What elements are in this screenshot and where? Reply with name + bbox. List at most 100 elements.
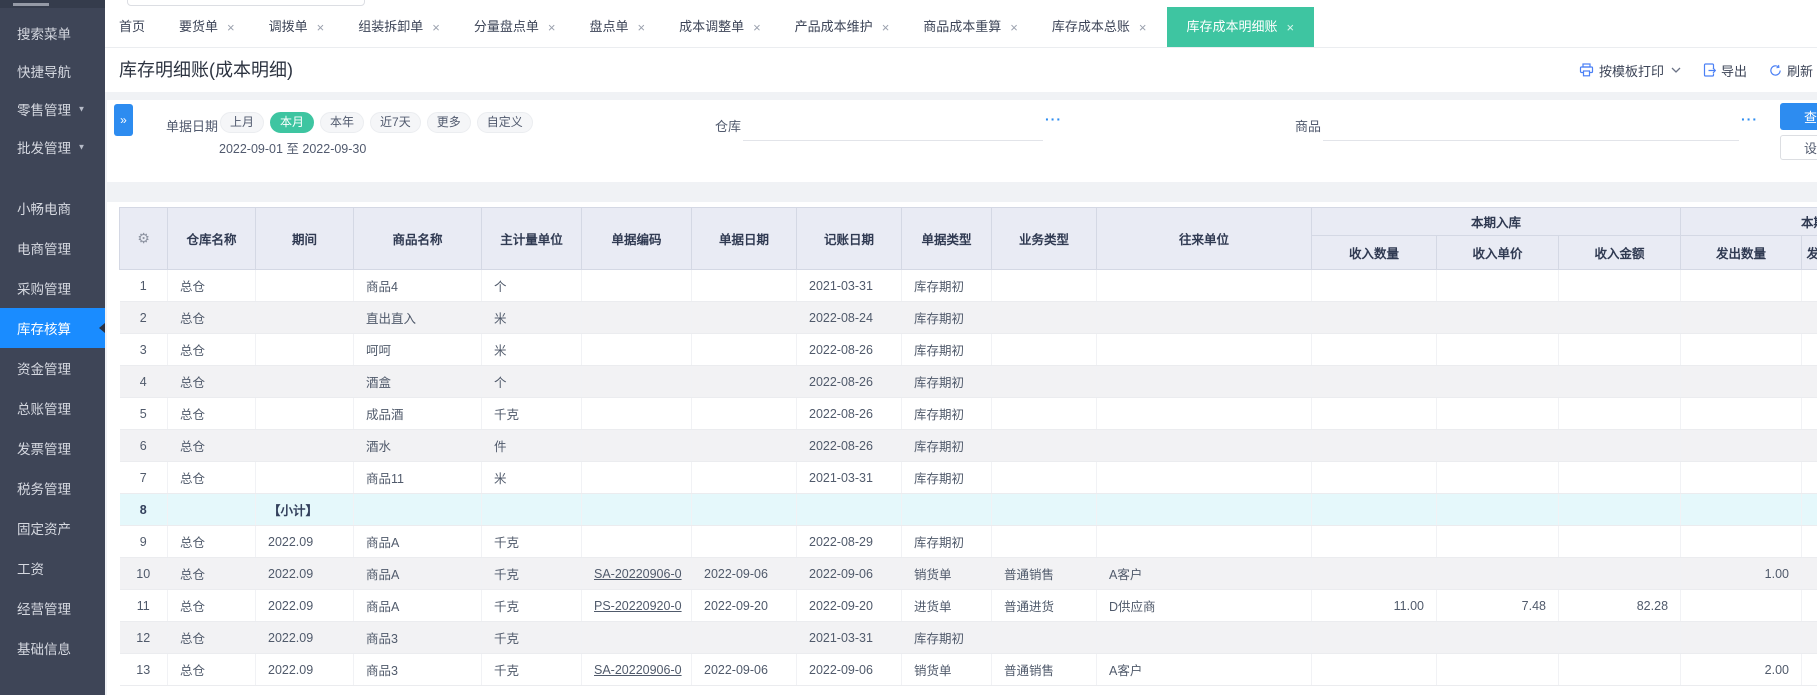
column-settings-header: ⚙: [119, 207, 168, 270]
sidebar-item[interactable]: 采购管理: [0, 268, 105, 308]
close-tab-icon[interactable]: ×: [882, 21, 890, 34]
sidebar-item[interactable]: 搜索菜单: [0, 14, 105, 52]
warehouse-cell: 总仓: [167, 621, 256, 654]
close-tab-icon[interactable]: ×: [227, 21, 235, 34]
date-range-pill[interactable]: 本月: [270, 112, 315, 133]
tab[interactable]: 库存成本明细账 ×: [1166, 7, 1315, 47]
tab[interactable]: 商品成本重算 ×: [909, 7, 1032, 47]
table-row[interactable]: 6 总仓 酒水件 2022-08-26 库存期初: [119, 429, 1817, 462]
biz-type-cell: [991, 333, 1097, 366]
table-row[interactable]: 3 总仓 呵呵米 2022-08-26 库存期初: [119, 333, 1817, 366]
tab[interactable]: 成本调整单 ×: [665, 7, 775, 47]
close-tab-icon[interactable]: ×: [753, 21, 761, 34]
table-row[interactable]: 11 总仓 2022.09 商品A 千克 PS-20220920-0 2022-09-20 2…: [119, 589, 1817, 622]
doc-code-link[interactable]: SA-20220906-0: [594, 567, 682, 581]
tab[interactable]: 库存成本总账 ×: [1038, 7, 1161, 47]
sidebar-item[interactable]: 经营管理: [0, 588, 105, 628]
book-date-cell: 2022-09-06: [796, 557, 902, 590]
tab[interactable]: 产品成本维护 ×: [781, 7, 904, 47]
sidebar-item[interactable]: 快捷导航: [0, 52, 105, 90]
date-range-pill[interactable]: 更多: [426, 112, 471, 133]
book-date-cell: 2022-08-26: [796, 365, 902, 398]
table-row[interactable]: 8 【小计】: [119, 493, 1817, 526]
gear-icon[interactable]: ⚙: [137, 230, 150, 246]
date-range-pill[interactable]: 近7天: [370, 112, 421, 133]
doc-type-cell: 库存期初: [901, 301, 992, 334]
chevron-down-icon[interactable]: [1671, 67, 1681, 73]
settings-button[interactable]: 设置: [1780, 135, 1817, 160]
date-range-value[interactable]: 2022-09-01 至 2022-09-30: [219, 138, 366, 157]
sidebar-item[interactable]: 工资: [0, 548, 105, 588]
close-tab-icon[interactable]: ×: [432, 21, 440, 34]
out-price-cell: [1801, 557, 1817, 590]
tab[interactable]: 调拨单 ×: [255, 7, 339, 47]
close-tab-icon[interactable]: ×: [1139, 21, 1147, 34]
sidebar-item[interactable]: 发票管理: [0, 428, 105, 468]
partner-cell: [1096, 525, 1312, 558]
sidebar-item[interactable]: 批发管理 ▼: [0, 128, 105, 166]
biz-type-cell: 普通销售: [991, 557, 1097, 590]
table-row[interactable]: 4 总仓 酒盒个 2022-08-26 库存期初: [119, 365, 1817, 398]
in-qty-cell: [1311, 269, 1437, 302]
table-row[interactable]: 13 总仓 2022.09 商品3 千克 SA-20220906-0 2022-09-06 2…: [119, 653, 1817, 686]
product-input[interactable]: [1323, 140, 1739, 141]
in-price-cell: 7.48: [1436, 589, 1559, 622]
date-range-pill[interactable]: 上月: [220, 112, 265, 133]
product-picker-ellipsis-icon[interactable]: ···: [1741, 111, 1758, 127]
sidebar-item[interactable]: 小畅电商: [0, 188, 105, 228]
tab[interactable]: 组装拆卸单 ×: [344, 7, 454, 47]
doc-date-cell: [691, 301, 797, 334]
column-header: 仓库名称: [167, 207, 256, 270]
table-row[interactable]: 1 总仓 商品4 个 2021-03-31 库存期初: [119, 269, 1817, 302]
column-header: 单据类型: [901, 207, 992, 270]
in-price-cell: [1436, 365, 1559, 398]
date-range-pill[interactable]: 本年: [320, 112, 365, 133]
query-button[interactable]: 查询: [1780, 103, 1817, 130]
tab[interactable]: 分量盘点单 ×: [460, 7, 570, 47]
column-header: 单据日期: [691, 207, 797, 270]
warehouse-cell: 总仓: [167, 653, 256, 686]
close-tab-icon[interactable]: ×: [317, 21, 325, 34]
export-button[interactable]: 导出: [1703, 61, 1747, 80]
refresh-button[interactable]: 刷新: [1769, 61, 1813, 80]
column-header: 主计量单位: [481, 207, 582, 270]
date-range-pills: 上月 本月 本年 近7天 更多 自定义: [220, 112, 533, 133]
table-row[interactable]: 5 总仓 成品酒 千克 2022-08-26 库存期初: [119, 397, 1817, 430]
code-cell: [581, 525, 692, 558]
tab[interactable]: 要货单 ×: [165, 7, 249, 47]
doc-code-link[interactable]: SA-20220906-0: [594, 663, 682, 677]
warehouse-picker-ellipsis-icon[interactable]: ···: [1045, 111, 1062, 127]
close-tab-icon[interactable]: ×: [637, 21, 645, 34]
sidebar-item[interactable]: 基础信息: [0, 628, 105, 668]
close-tab-icon[interactable]: ×: [548, 21, 556, 34]
doc-date-cell: [691, 621, 797, 654]
table-row[interactable]: 2 总仓 直出直入米 2022-08-24 库存期初: [119, 301, 1817, 334]
sidebar-item[interactable]: 零售管理 ▼: [0, 90, 105, 128]
warehouse-input[interactable]: [743, 140, 1043, 141]
tab[interactable]: 首页: [105, 7, 159, 47]
doc-code-link[interactable]: PS-20220920-0: [594, 599, 682, 613]
sidebar-item[interactable]: 资金管理: [0, 348, 105, 388]
date-range-pill[interactable]: 自定义: [476, 112, 533, 133]
sidebar-item[interactable]: 固定资产: [0, 508, 105, 548]
table-row[interactable]: 10 总仓 2022.09 商品A 千克 SA-20220906-0 2022-09-06 2…: [119, 557, 1817, 590]
close-tab-icon[interactable]: ×: [1010, 21, 1018, 34]
sidebar-item[interactable]: 总账管理: [0, 388, 105, 428]
partner-cell: A客户: [1096, 557, 1312, 590]
table-row[interactable]: 7 总仓 商品11 米 2021-03-31 库存期初: [119, 461, 1817, 494]
print-by-template-button[interactable]: 按模板打印: [1579, 61, 1681, 80]
close-tab-icon[interactable]: ×: [1287, 21, 1295, 34]
table-row[interactable]: 9 总仓 2022.09 商品A 千克 2022-08-29 库存期初: [119, 525, 1817, 558]
table-row[interactable]: 12 总仓 2022.09 商品3 千克 2021-03-31 库存期初: [119, 621, 1817, 654]
row-number-cell: 5: [119, 397, 168, 430]
in-price-cell: [1436, 461, 1559, 494]
tab[interactable]: 盘点单 ×: [575, 7, 659, 47]
unit-cell: 米: [481, 461, 582, 494]
period-cell: 2022.09: [255, 621, 354, 654]
sidebar-item[interactable]: 税务管理: [0, 468, 105, 508]
sidebar-item[interactable]: 库存核算: [0, 308, 105, 348]
warehouse-cell: [167, 493, 256, 526]
collapse-filter-button[interactable]: »: [114, 104, 133, 136]
sidebar-item[interactable]: 电商管理: [0, 228, 105, 268]
clipped-search-box: [127, 0, 365, 6]
